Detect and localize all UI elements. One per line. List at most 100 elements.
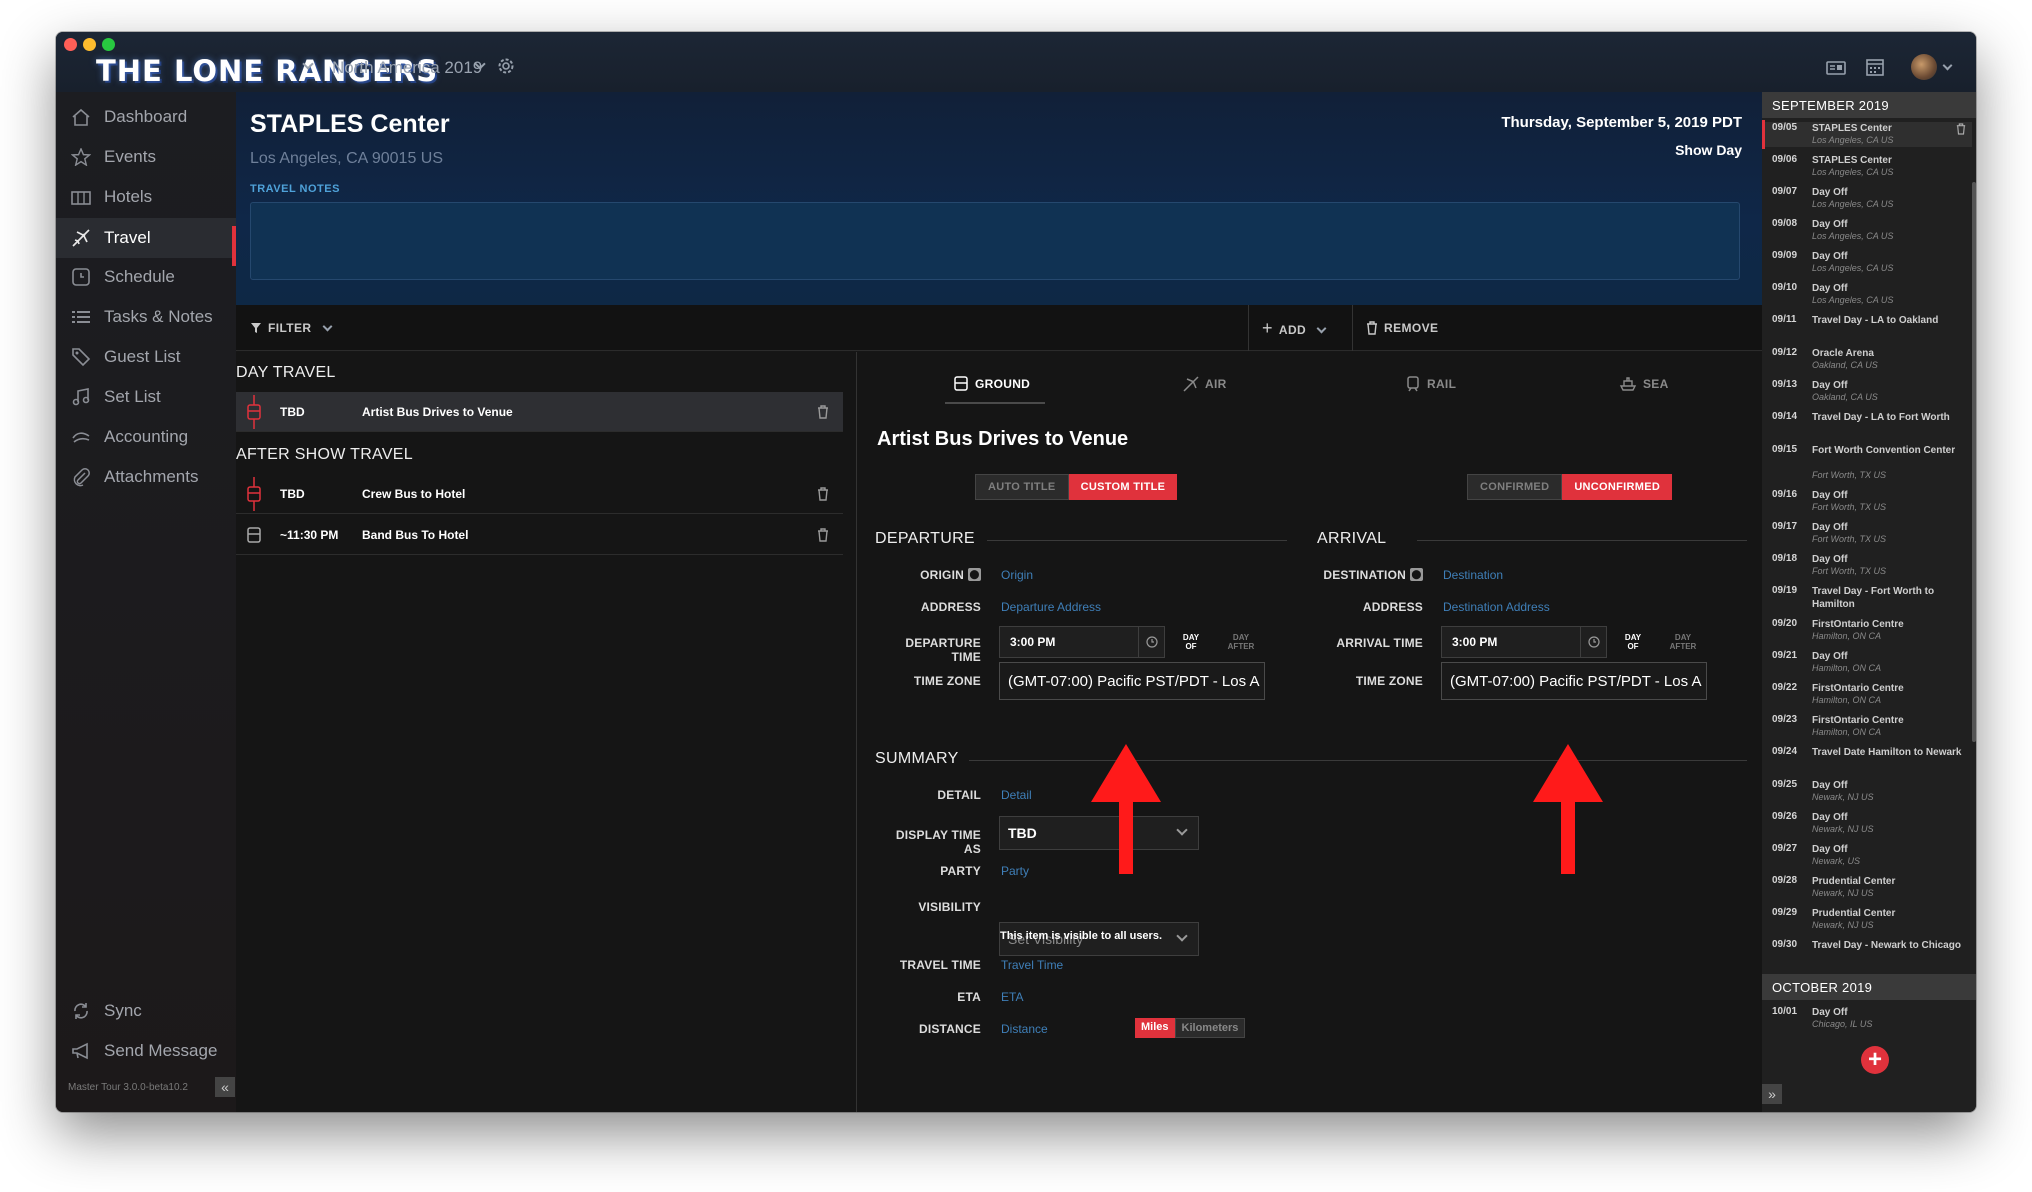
eta-input[interactable]: ETA bbox=[1001, 990, 1023, 1004]
user-avatar[interactable] bbox=[1911, 54, 1937, 80]
departure-day-after-toggle[interactable]: DAY AFTER bbox=[1223, 633, 1259, 651]
calendar-day-item[interactable]: 09/22 FirstOntario Centre Hamilton, ON CA bbox=[1762, 682, 1972, 707]
tour-selector[interactable]: North America 2019 bbox=[332, 58, 482, 78]
calendar-day-item[interactable]: 09/09 Day Off Los Angeles, CA US bbox=[1762, 250, 1972, 275]
calendar-day-location: Oakland, CA US bbox=[1812, 360, 1878, 370]
band-dropdown-chevron-icon[interactable] bbox=[302, 58, 314, 70]
calendar-day-item[interactable]: 09/08 Day Off Los Angeles, CA US bbox=[1762, 218, 1972, 243]
custom-title-button[interactable]: CUSTOM TITLE bbox=[1068, 474, 1178, 500]
minimize-window-button[interactable] bbox=[83, 38, 96, 51]
collapse-sidebar-button[interactable]: « bbox=[215, 1077, 235, 1097]
sidebar-item-hotels[interactable]: Hotels bbox=[56, 178, 236, 216]
tab-sea[interactable]: SEA bbox=[1619, 376, 1669, 392]
clock-icon[interactable] bbox=[1580, 627, 1606, 657]
arrival-address-input[interactable]: Destination Address bbox=[1443, 600, 1550, 614]
contacts-card-icon[interactable] bbox=[1826, 60, 1846, 81]
user-menu-chevron-icon[interactable] bbox=[1942, 60, 1953, 71]
departure-address-input[interactable]: Departure Address bbox=[1001, 600, 1101, 614]
clock-icon[interactable] bbox=[1138, 627, 1164, 657]
confirmed-button[interactable]: CONFIRMED bbox=[1467, 474, 1563, 500]
calendar-day-item[interactable]: 09/25 Day Off Newark, NJ US bbox=[1762, 779, 1972, 804]
tab-air[interactable]: AIR bbox=[1183, 376, 1227, 392]
calendar-day-date: 09/24 bbox=[1772, 746, 1798, 757]
calendar-day-item[interactable]: 09/28 Prudential Center Newark, NJ US bbox=[1762, 875, 1972, 900]
add-event-button[interactable]: + bbox=[1861, 1046, 1889, 1074]
calendar-day-item[interactable]: 09/15 Fort Worth Convention Center Fort Wo… bbox=[1762, 444, 1972, 482]
unconfirmed-button[interactable]: UNCONFIRMED bbox=[1562, 474, 1673, 500]
calendar-day-item[interactable]: 09/13 Day Off Oakland, CA US bbox=[1762, 379, 1972, 404]
travel-notes-textarea[interactable] bbox=[250, 202, 1740, 280]
calendar-day-item[interactable]: 09/10 Day Off Los Angeles, CA US bbox=[1762, 282, 1972, 307]
delete-trash-icon[interactable] bbox=[803, 404, 843, 419]
chevron-down-icon bbox=[1176, 824, 1188, 836]
calendar-day-date: 09/17 bbox=[1772, 521, 1798, 532]
sync-button[interactable]: Sync bbox=[56, 992, 236, 1030]
calendar-day-item[interactable]: 09/19 Travel Day - Fort Worth to Hamilton bbox=[1762, 585, 1972, 611]
departure-time-input[interactable]: 3:00 PM bbox=[999, 626, 1165, 658]
detail-input[interactable]: Detail bbox=[1001, 788, 1032, 802]
sidebar-item-schedule[interactable]: Schedule bbox=[56, 258, 236, 296]
tab-rail[interactable]: RAIL bbox=[1405, 376, 1456, 392]
calendar-scrollbar[interactable] bbox=[1972, 182, 1976, 742]
travel-row[interactable]: TBD Artist Bus Drives to Venue bbox=[236, 392, 843, 432]
calendar-day-item[interactable]: 09/23 FirstOntario Centre Hamilton, ON CA bbox=[1762, 714, 1972, 739]
sidebar-item-guest-list[interactable]: Guest List bbox=[56, 338, 236, 376]
departure-day-of-toggle[interactable]: DAY OF bbox=[1179, 633, 1203, 651]
tour-dropdown-chevron-icon[interactable] bbox=[474, 58, 486, 70]
miles-button[interactable]: Miles bbox=[1135, 1018, 1175, 1038]
sidebar-item-set-list[interactable]: Set List bbox=[56, 378, 236, 416]
calendar-day-item[interactable]: 09/12 Oracle Arena Oakland, CA US bbox=[1762, 347, 1972, 372]
travel-row[interactable]: ~11:30 PM Band Bus To Hotel bbox=[236, 515, 843, 555]
sidebar-item-dashboard[interactable]: Dashboard bbox=[56, 98, 236, 136]
arrival-time-input[interactable]: 3:00 PM bbox=[1441, 626, 1607, 658]
sidebar-item-label: Tasks & Notes bbox=[104, 307, 213, 326]
departure-time-zone-select[interactable]: (GMT-07:00) Pacific PST/PDT - Los A bbox=[999, 662, 1265, 700]
departure-address-label: ADDRESS bbox=[920, 600, 981, 614]
close-window-button[interactable] bbox=[64, 38, 77, 51]
sidebar-item-tasks-notes[interactable]: Tasks & Notes bbox=[56, 298, 236, 336]
zoom-window-button[interactable] bbox=[102, 38, 115, 51]
calendar-day-item[interactable]: 09/24 Travel Date Hamilton to Newark bbox=[1762, 746, 1972, 772]
settings-gear-icon[interactable] bbox=[496, 56, 516, 81]
arrival-day-after-toggle[interactable]: DAY AFTER bbox=[1665, 633, 1701, 651]
sidebar-item-travel[interactable]: Travel bbox=[56, 218, 236, 258]
sidebar-item-events[interactable]: Events bbox=[56, 138, 236, 176]
sidebar-item-attachments[interactable]: Attachments bbox=[56, 458, 236, 496]
delete-trash-icon[interactable] bbox=[803, 486, 843, 501]
expand-panel-button[interactable]: » bbox=[1762, 1084, 1782, 1104]
calendar-day-item[interactable]: 09/18 Day Off Fort Worth, TX US bbox=[1762, 553, 1972, 578]
calendar-day-item[interactable]: 09/27 Day Off Newark, US bbox=[1762, 843, 1972, 868]
calendar-day-item[interactable]: 10/01 Day Off Chicago, IL US bbox=[1762, 1006, 1972, 1031]
distance-input[interactable]: Distance bbox=[1001, 1022, 1048, 1036]
calendar-day-item[interactable]: 09/06 STAPLES Center Los Angeles, CA US bbox=[1762, 154, 1972, 179]
filter-button[interactable]: FILTER bbox=[250, 321, 332, 335]
arrival-day-of-toggle[interactable]: DAY OF bbox=[1621, 633, 1645, 651]
tab-ground[interactable]: GROUND bbox=[953, 376, 1030, 392]
delete-trash-icon[interactable] bbox=[803, 527, 843, 542]
add-button[interactable]: + ADD bbox=[1262, 318, 1327, 339]
auto-title-button[interactable]: AUTO TITLE bbox=[975, 474, 1069, 500]
calendar-day-item[interactable]: 09/05 STAPLES Center Los Angeles, CA US bbox=[1762, 120, 1972, 149]
calendar-day-item[interactable]: 09/07 Day Off Los Angeles, CA US bbox=[1762, 186, 1972, 211]
calendar-day-item[interactable]: 09/29 Prudential Center Newark, NJ US bbox=[1762, 907, 1972, 932]
kilometers-button[interactable]: Kilometers bbox=[1174, 1018, 1246, 1038]
origin-input[interactable]: Origin bbox=[1001, 568, 1033, 582]
calendar-day-item[interactable]: 09/26 Day Off Newark, NJ US bbox=[1762, 811, 1972, 836]
arrival-time-zone-select[interactable]: (GMT-07:00) Pacific PST/PDT - Los A bbox=[1441, 662, 1707, 700]
calendar-day-item[interactable]: 09/16 Day Off Fort Worth, TX US bbox=[1762, 489, 1972, 514]
sidebar-item-accounting[interactable]: Accounting bbox=[56, 418, 236, 456]
send-message-button[interactable]: Send Message bbox=[56, 1032, 236, 1070]
travel-time-input[interactable]: Travel Time bbox=[1001, 958, 1063, 972]
calendar-day-item[interactable]: 09/21 Day Off Hamilton, ON CA bbox=[1762, 650, 1972, 675]
travel-row[interactable]: TBD Crew Bus to Hotel bbox=[236, 474, 843, 514]
calendar-day-item[interactable]: 09/17 Day Off Fort Worth, TX US bbox=[1762, 521, 1972, 546]
calendar-day-item[interactable]: 09/11 Travel Day - LA to Oakland bbox=[1762, 314, 1972, 340]
destination-input[interactable]: Destination bbox=[1443, 568, 1503, 582]
calendar-day-location: Los Angeles, CA US bbox=[1812, 199, 1894, 209]
calendar-day-item[interactable]: 09/30 Travel Day - Newark to Chicago bbox=[1762, 939, 1972, 965]
party-input[interactable]: Party bbox=[1001, 864, 1029, 878]
calendar-day-item[interactable]: 09/20 FirstOntario Centre Hamilton, ON CA bbox=[1762, 618, 1972, 643]
calendar-day-item[interactable]: 09/14 Travel Day - LA to Fort Worth bbox=[1762, 411, 1972, 437]
remove-button[interactable]: REMOVE bbox=[1366, 321, 1438, 335]
calendar-icon[interactable] bbox=[1866, 58, 1884, 81]
